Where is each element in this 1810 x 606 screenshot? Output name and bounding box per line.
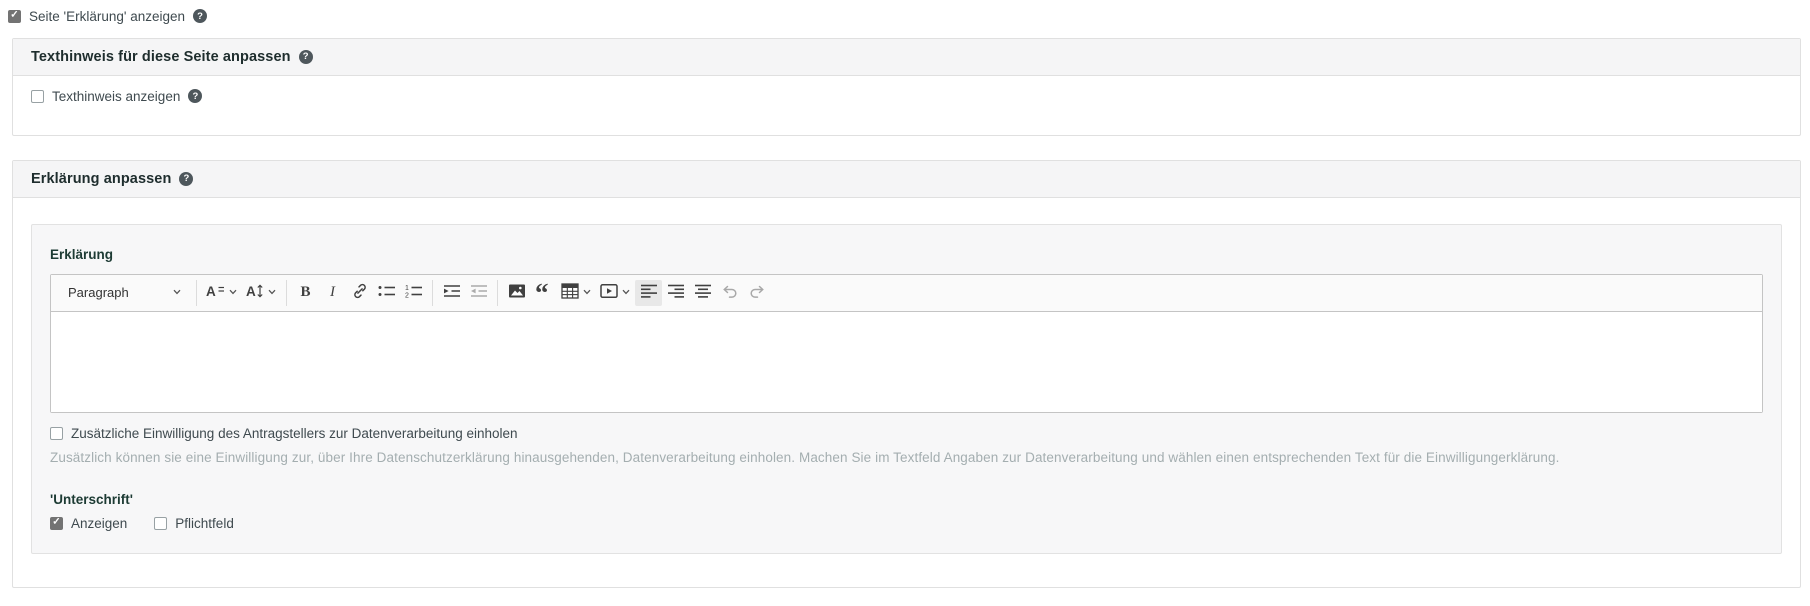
toolbar-separator [432,280,433,306]
font-size-dropdown[interactable]: A [202,280,242,306]
redo-icon [748,283,766,302]
pflichtfeld-checkbox-row[interactable]: Pflichtfeld [154,516,234,531]
link-button[interactable] [346,280,373,306]
outdent-icon [470,284,488,301]
align-right-button[interactable] [662,280,689,306]
help-icon[interactable]: ? [299,50,313,64]
editor-toolbar: Paragraph A A B [51,275,1762,312]
svg-text:1: 1 [405,285,409,292]
image-icon [508,282,526,303]
help-icon[interactable]: ? [193,9,207,23]
anzeigen-checkbox[interactable] [50,517,63,530]
outdent-button[interactable] [465,280,492,306]
show-erklaerung-page-row[interactable]: Seite 'Erklärung' anzeigen ? [8,9,207,24]
chevron-down-icon [172,285,182,300]
chevron-down-icon [621,285,631,300]
erklaerung-panel: Erklärung anpassen ? Erklärung Paragraph… [12,160,1801,588]
paragraph-dropdown-value: Paragraph [68,285,129,300]
texthinweis-anzeigen-checkbox[interactable] [31,90,44,103]
block-quote-button[interactable]: “ [530,280,557,306]
align-right-icon [667,284,685,301]
anzeigen-checkbox-label: Anzeigen [71,516,127,531]
italic-button[interactable]: I [319,280,346,306]
bulleted-list-icon [378,284,396,301]
align-center-button[interactable] [689,280,716,306]
editor-content[interactable] [51,312,1762,412]
indent-icon [443,284,461,301]
table-icon [561,282,579,303]
erklaerung-inner-box: Erklärung Paragraph A A [31,224,1782,554]
texthinweis-panel-title: Texthinweis für diese Seite anpassen [31,49,291,65]
consent-helper-text: Zusätzlich können sie eine Einwilligung … [50,450,1763,465]
pflichtfeld-checkbox-label: Pflichtfeld [175,516,234,531]
align-left-icon [640,284,658,301]
texthinweis-panel: Texthinweis für diese Seite anpassen ? T… [12,38,1801,136]
chevron-down-icon [228,285,238,300]
indent-button[interactable] [438,280,465,306]
texthinweis-panel-body: Texthinweis anzeigen ? [13,76,1800,135]
font-size-icon: A [206,283,225,302]
undo-icon [721,283,739,302]
toolbar-separator [196,280,197,306]
texthinweis-panel-header: Texthinweis für diese Seite anpassen ? [13,39,1800,76]
numbered-list-button[interactable]: 12 [400,280,427,306]
redo-button[interactable] [743,280,770,306]
svg-text:“: “ [535,283,549,299]
svg-text:2: 2 [405,293,409,298]
anzeigen-checkbox-row[interactable]: Anzeigen [50,516,127,531]
consent-checkbox-row[interactable]: Zusätzliche Einwilligung des Antragstell… [50,426,518,441]
italic-icon: I [328,284,337,301]
pflichtfeld-checkbox[interactable] [154,517,167,530]
help-icon[interactable]: ? [179,172,193,186]
unterschrift-options-row: Anzeigen Pflichtfeld [50,516,1763,531]
texthinweis-anzeigen-row[interactable]: Texthinweis anzeigen ? [31,89,202,104]
insert-table-dropdown[interactable] [557,280,596,306]
erklaerung-panel-header: Erklärung anpassen ? [13,161,1800,198]
unterschrift-label: 'Unterschrift' [50,492,1763,507]
consent-checkbox[interactable] [50,427,63,440]
bold-icon: B [300,284,310,301]
chevron-down-icon [267,285,277,300]
svg-text:A: A [206,284,216,299]
toolbar-separator [286,280,287,306]
media-icon [600,282,618,303]
align-left-button[interactable] [635,280,662,306]
bold-button[interactable]: B [292,280,319,306]
texthinweis-anzeigen-label: Texthinweis anzeigen [52,89,180,104]
bulleted-list-button[interactable] [373,280,400,306]
show-erklaerung-page-label: Seite 'Erklärung' anzeigen [29,9,185,24]
toolbar-separator [497,280,498,306]
consent-checkbox-label: Zusätzliche Einwilligung des Antragstell… [71,426,518,441]
help-icon[interactable]: ? [188,89,202,103]
erklaerung-panel-body: Erklärung Paragraph A A [13,198,1800,587]
numbered-list-icon: 12 [405,284,423,301]
erklaerung-panel-title: Erklärung anpassen [31,171,171,187]
rich-text-editor: Paragraph A A B [50,274,1763,413]
insert-image-button[interactable] [503,280,530,306]
undo-button[interactable] [716,280,743,306]
show-erklaerung-page-checkbox[interactable] [8,10,21,23]
settings-page: Seite 'Erklärung' anzeigen ? Texthinweis… [0,0,1810,588]
insert-media-dropdown[interactable] [596,280,635,306]
align-center-icon [694,284,712,301]
link-icon [351,282,369,303]
svg-text:A: A [246,284,256,299]
block-quote-icon: “ [535,283,553,302]
erklaerung-field-label: Erklärung [50,247,1763,262]
paragraph-dropdown[interactable]: Paragraph [59,280,191,306]
chevron-down-icon [582,285,592,300]
line-height-icon: A [246,283,264,302]
line-height-dropdown[interactable]: A [242,280,281,306]
